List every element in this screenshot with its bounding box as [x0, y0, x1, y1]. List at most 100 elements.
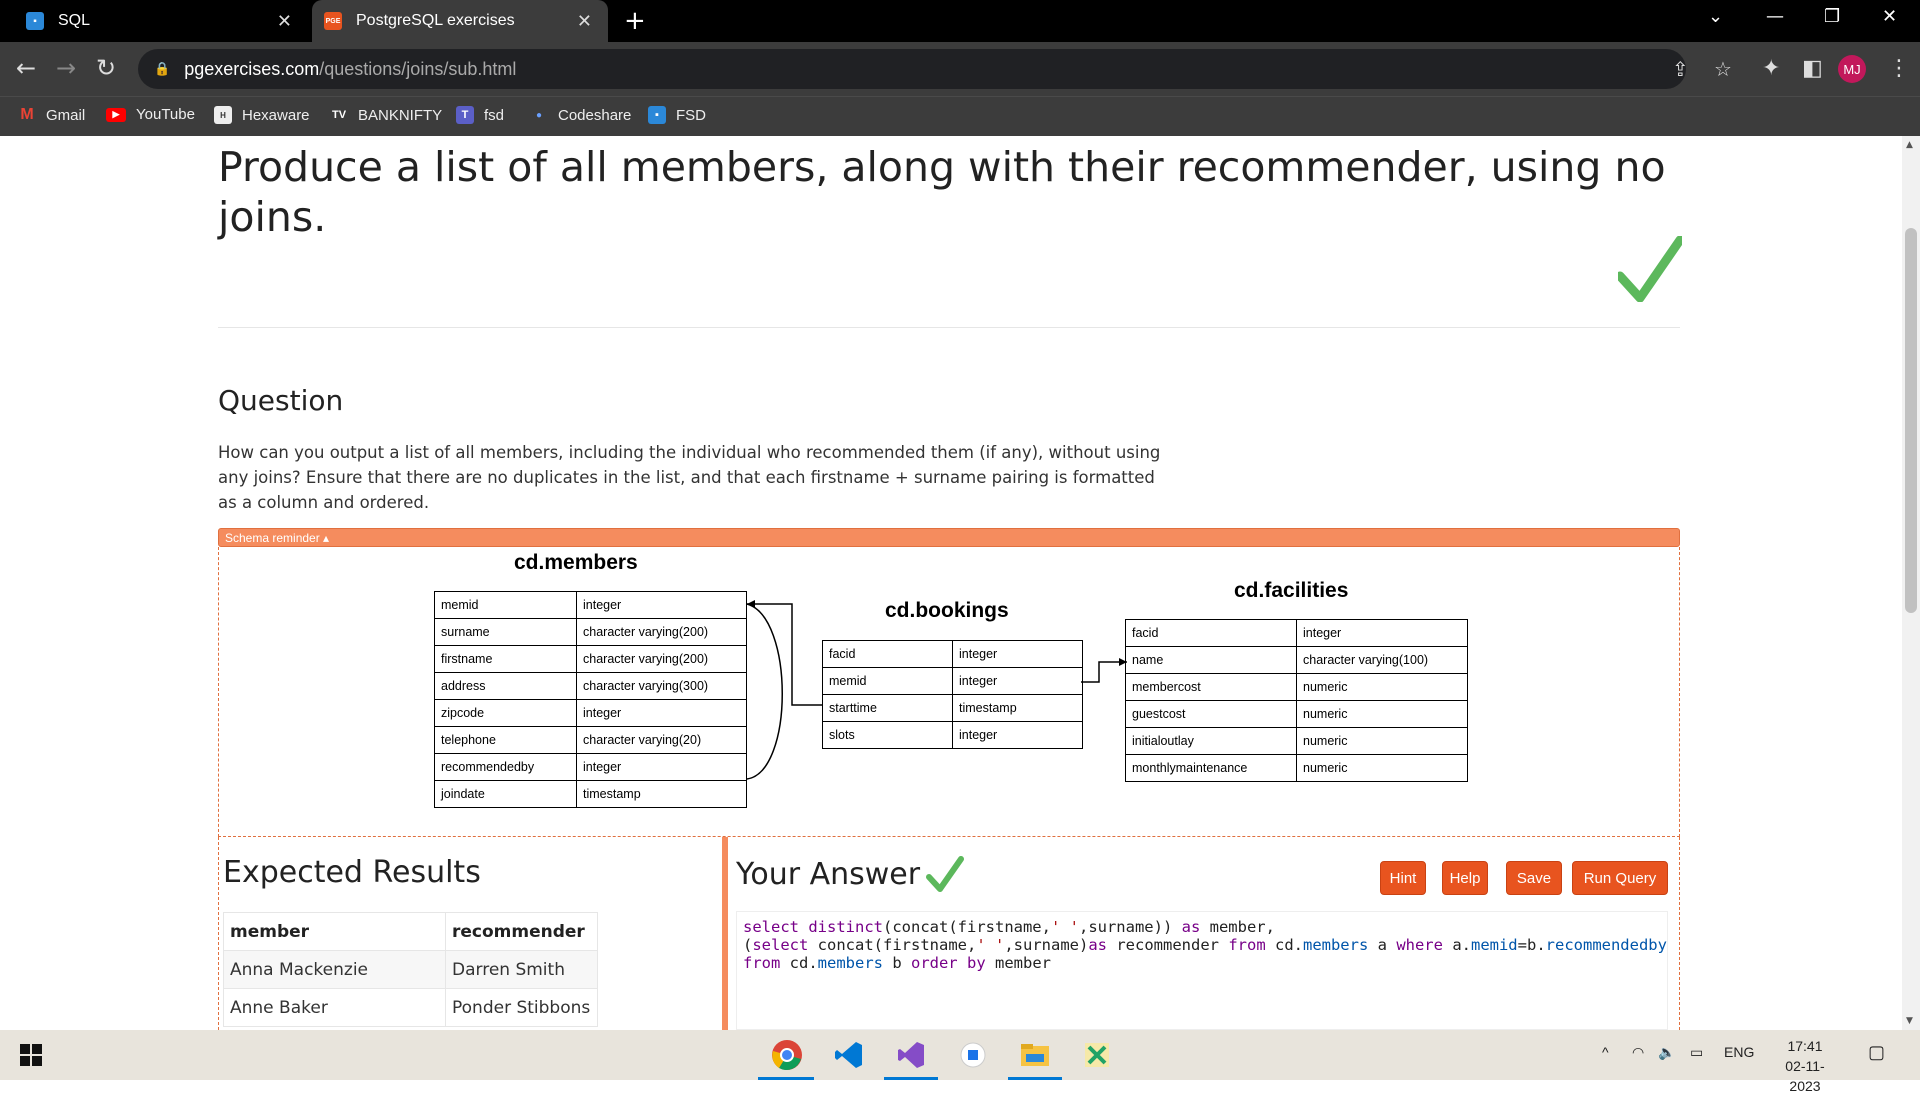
wifi-icon[interactable]: ◠: [1632, 1044, 1644, 1061]
column-type: numeric: [1296, 754, 1468, 782]
table-cell: Darren Smith: [445, 950, 598, 989]
battery-icon[interactable]: ▭: [1690, 1044, 1703, 1061]
chevron-down-icon[interactable]: ⌄: [1708, 6, 1723, 27]
facilities-table-title: cd.facilities: [1234, 579, 1349, 602]
expected-results-table: member recommender Anna Mackenzie Darren…: [223, 912, 598, 1027]
youtube-icon: ▶: [106, 107, 126, 122]
column-type: integer: [1296, 619, 1468, 647]
schema-row: name character varying(100): [1125, 646, 1468, 674]
language-indicator[interactable]: ENG: [1724, 1044, 1754, 1060]
scrollbar-thumb[interactable]: [1905, 228, 1917, 613]
windows-start-icon[interactable]: [12, 1036, 50, 1074]
column-type: integer: [952, 640, 1083, 668]
table-row: Anna Mackenzie Darren Smith: [223, 950, 598, 989]
schema-row: address character varying(300): [434, 672, 747, 700]
app-icon[interactable]: [954, 1036, 992, 1074]
column-name: memid: [822, 667, 953, 695]
close-tab-icon[interactable]: ✕: [577, 11, 592, 32]
column-type: integer: [576, 699, 747, 727]
dot-icon: ●: [535, 109, 543, 121]
schema-row: surname character varying(200): [434, 618, 747, 646]
your-answer-title: Your Answer: [736, 856, 921, 892]
volume-icon[interactable]: 🔈: [1658, 1044, 1675, 1061]
notification-icon[interactable]: ▢: [1868, 1042, 1885, 1063]
visual-studio-icon[interactable]: [892, 1036, 930, 1074]
column-name: telephone: [434, 726, 577, 754]
bookmark-gmail[interactable]: M Gmail: [18, 106, 85, 124]
help-button[interactable]: Help: [1442, 861, 1488, 895]
excel-icon[interactable]: [1078, 1036, 1116, 1074]
back-icon[interactable]: ←: [16, 54, 36, 82]
windows-taskbar: ^ ◠ 🔈 ▭ ENG 17:41 02-11-2023 ▢: [0, 1030, 1920, 1094]
schema-row: joindate timestamp: [434, 780, 747, 808]
side-panel-icon[interactable]: ◧: [1802, 56, 1823, 81]
schema-row: memid integer: [822, 667, 1083, 695]
bookmark-label: Codeshare: [558, 106, 632, 124]
table-cell: Anna Mackenzie: [223, 950, 446, 989]
column-type: timestamp: [576, 780, 747, 808]
column-name: guestcost: [1125, 700, 1297, 728]
run-query-button[interactable]: Run Query: [1572, 861, 1668, 895]
file-explorer-icon[interactable]: [1016, 1036, 1054, 1074]
avatar[interactable]: MJ: [1838, 55, 1866, 83]
close-window-icon[interactable]: ✕: [1882, 6, 1897, 27]
column-name: facid: [1125, 619, 1297, 647]
tab-sql[interactable]: ▪ SQL ✕: [0, 0, 308, 42]
forward-icon[interactable]: →: [56, 54, 76, 82]
column-name: initialoutlay: [1125, 727, 1297, 755]
expected-results-title: Expected Results: [223, 855, 481, 890]
table-row: Anne Baker Ponder Stibbons: [223, 988, 598, 1027]
menu-icon[interactable]: ⋮: [1888, 56, 1910, 81]
column-name: joindate: [434, 780, 577, 808]
bookmark-fsd-teams[interactable]: T fsd: [456, 106, 504, 124]
column-name: slots: [822, 721, 953, 749]
code-line: select distinct(concat(firstname,' ',sur…: [743, 918, 1275, 936]
clock[interactable]: 17:41 02-11-2023: [1774, 1036, 1836, 1096]
bookmark-hexaware[interactable]: H Hexaware: [214, 106, 310, 124]
chrome-icon[interactable]: [768, 1036, 806, 1074]
bookmark-codeshare[interactable]: ● Codeshare: [530, 106, 631, 124]
scroll-up-icon[interactable]: ▲: [1906, 140, 1913, 150]
tab-postgresql-exercises[interactable]: PGE PostgreSQL exercises ✕: [312, 0, 608, 42]
column-name: memid: [434, 591, 577, 619]
bookmark-fsd[interactable]: ▪ FSD: [648, 106, 706, 124]
teams-icon: T: [456, 106, 474, 124]
bookmark-label: Gmail: [46, 106, 86, 124]
sql-editor[interactable]: select distinct(concat(firstname,' ',sur…: [736, 911, 1668, 1030]
bookmark-label: YouTube: [136, 106, 195, 123]
vertical-scrollbar[interactable]: ▲ ▼: [1902, 136, 1920, 1030]
your-answer-panel: Your Answer Hint Help Save Run Query sel…: [728, 837, 1680, 1030]
address-bar-row: ← → ↻ 🔒 pgexercises.com/questions/joins/…: [0, 42, 1920, 96]
expected-results-panel: Expected Results member recommender Anna…: [218, 837, 722, 1030]
minimize-icon[interactable]: —: [1766, 6, 1784, 27]
save-button[interactable]: Save: [1506, 861, 1562, 895]
column-name: facid: [822, 640, 953, 668]
schema-row: membercost numeric: [1125, 673, 1468, 701]
your-answer-heading: Your Answer: [736, 855, 965, 893]
vscode-icon[interactable]: [830, 1036, 868, 1074]
plus-icon[interactable]: +: [624, 6, 646, 36]
chevron-up-icon[interactable]: ^: [1602, 1044, 1609, 1060]
share-icon[interactable]: ⇪: [1672, 57, 1689, 81]
restore-icon[interactable]: ❐: [1824, 6, 1840, 27]
schema-row: telephone character varying(20): [434, 726, 747, 754]
tab-favicon-icon: ▪: [26, 12, 44, 30]
tab-label: PostgreSQL exercises: [356, 12, 515, 29]
column-type: numeric: [1296, 727, 1468, 755]
reload-icon[interactable]: ↻: [96, 54, 116, 82]
column-type: character varying(100): [1296, 646, 1468, 674]
column-name: name: [1125, 646, 1297, 674]
url-field[interactable]: 🔒 pgexercises.com/questions/joins/sub.ht…: [138, 49, 1732, 89]
hint-button[interactable]: Hint: [1380, 861, 1426, 895]
bookmark-banknifty[interactable]: TV BANKNIFTY: [330, 106, 442, 124]
star-icon[interactable]: ☆: [1714, 57, 1732, 81]
scroll-down-icon[interactable]: ▼: [1906, 1016, 1913, 1026]
column-type: character varying(20): [576, 726, 747, 754]
column-type: numeric: [1296, 673, 1468, 701]
extensions-icon[interactable]: ✦: [1762, 56, 1780, 81]
bookmark-youtube[interactable]: ▶ YouTube: [106, 106, 195, 123]
url-path: /questions/joins/sub.html: [319, 58, 517, 79]
code-line: from cd.members b order by member: [743, 954, 1051, 972]
schema-reminder-toggle[interactable]: Schema reminder ▴: [218, 528, 1680, 547]
close-tab-icon[interactable]: ✕: [277, 11, 292, 32]
